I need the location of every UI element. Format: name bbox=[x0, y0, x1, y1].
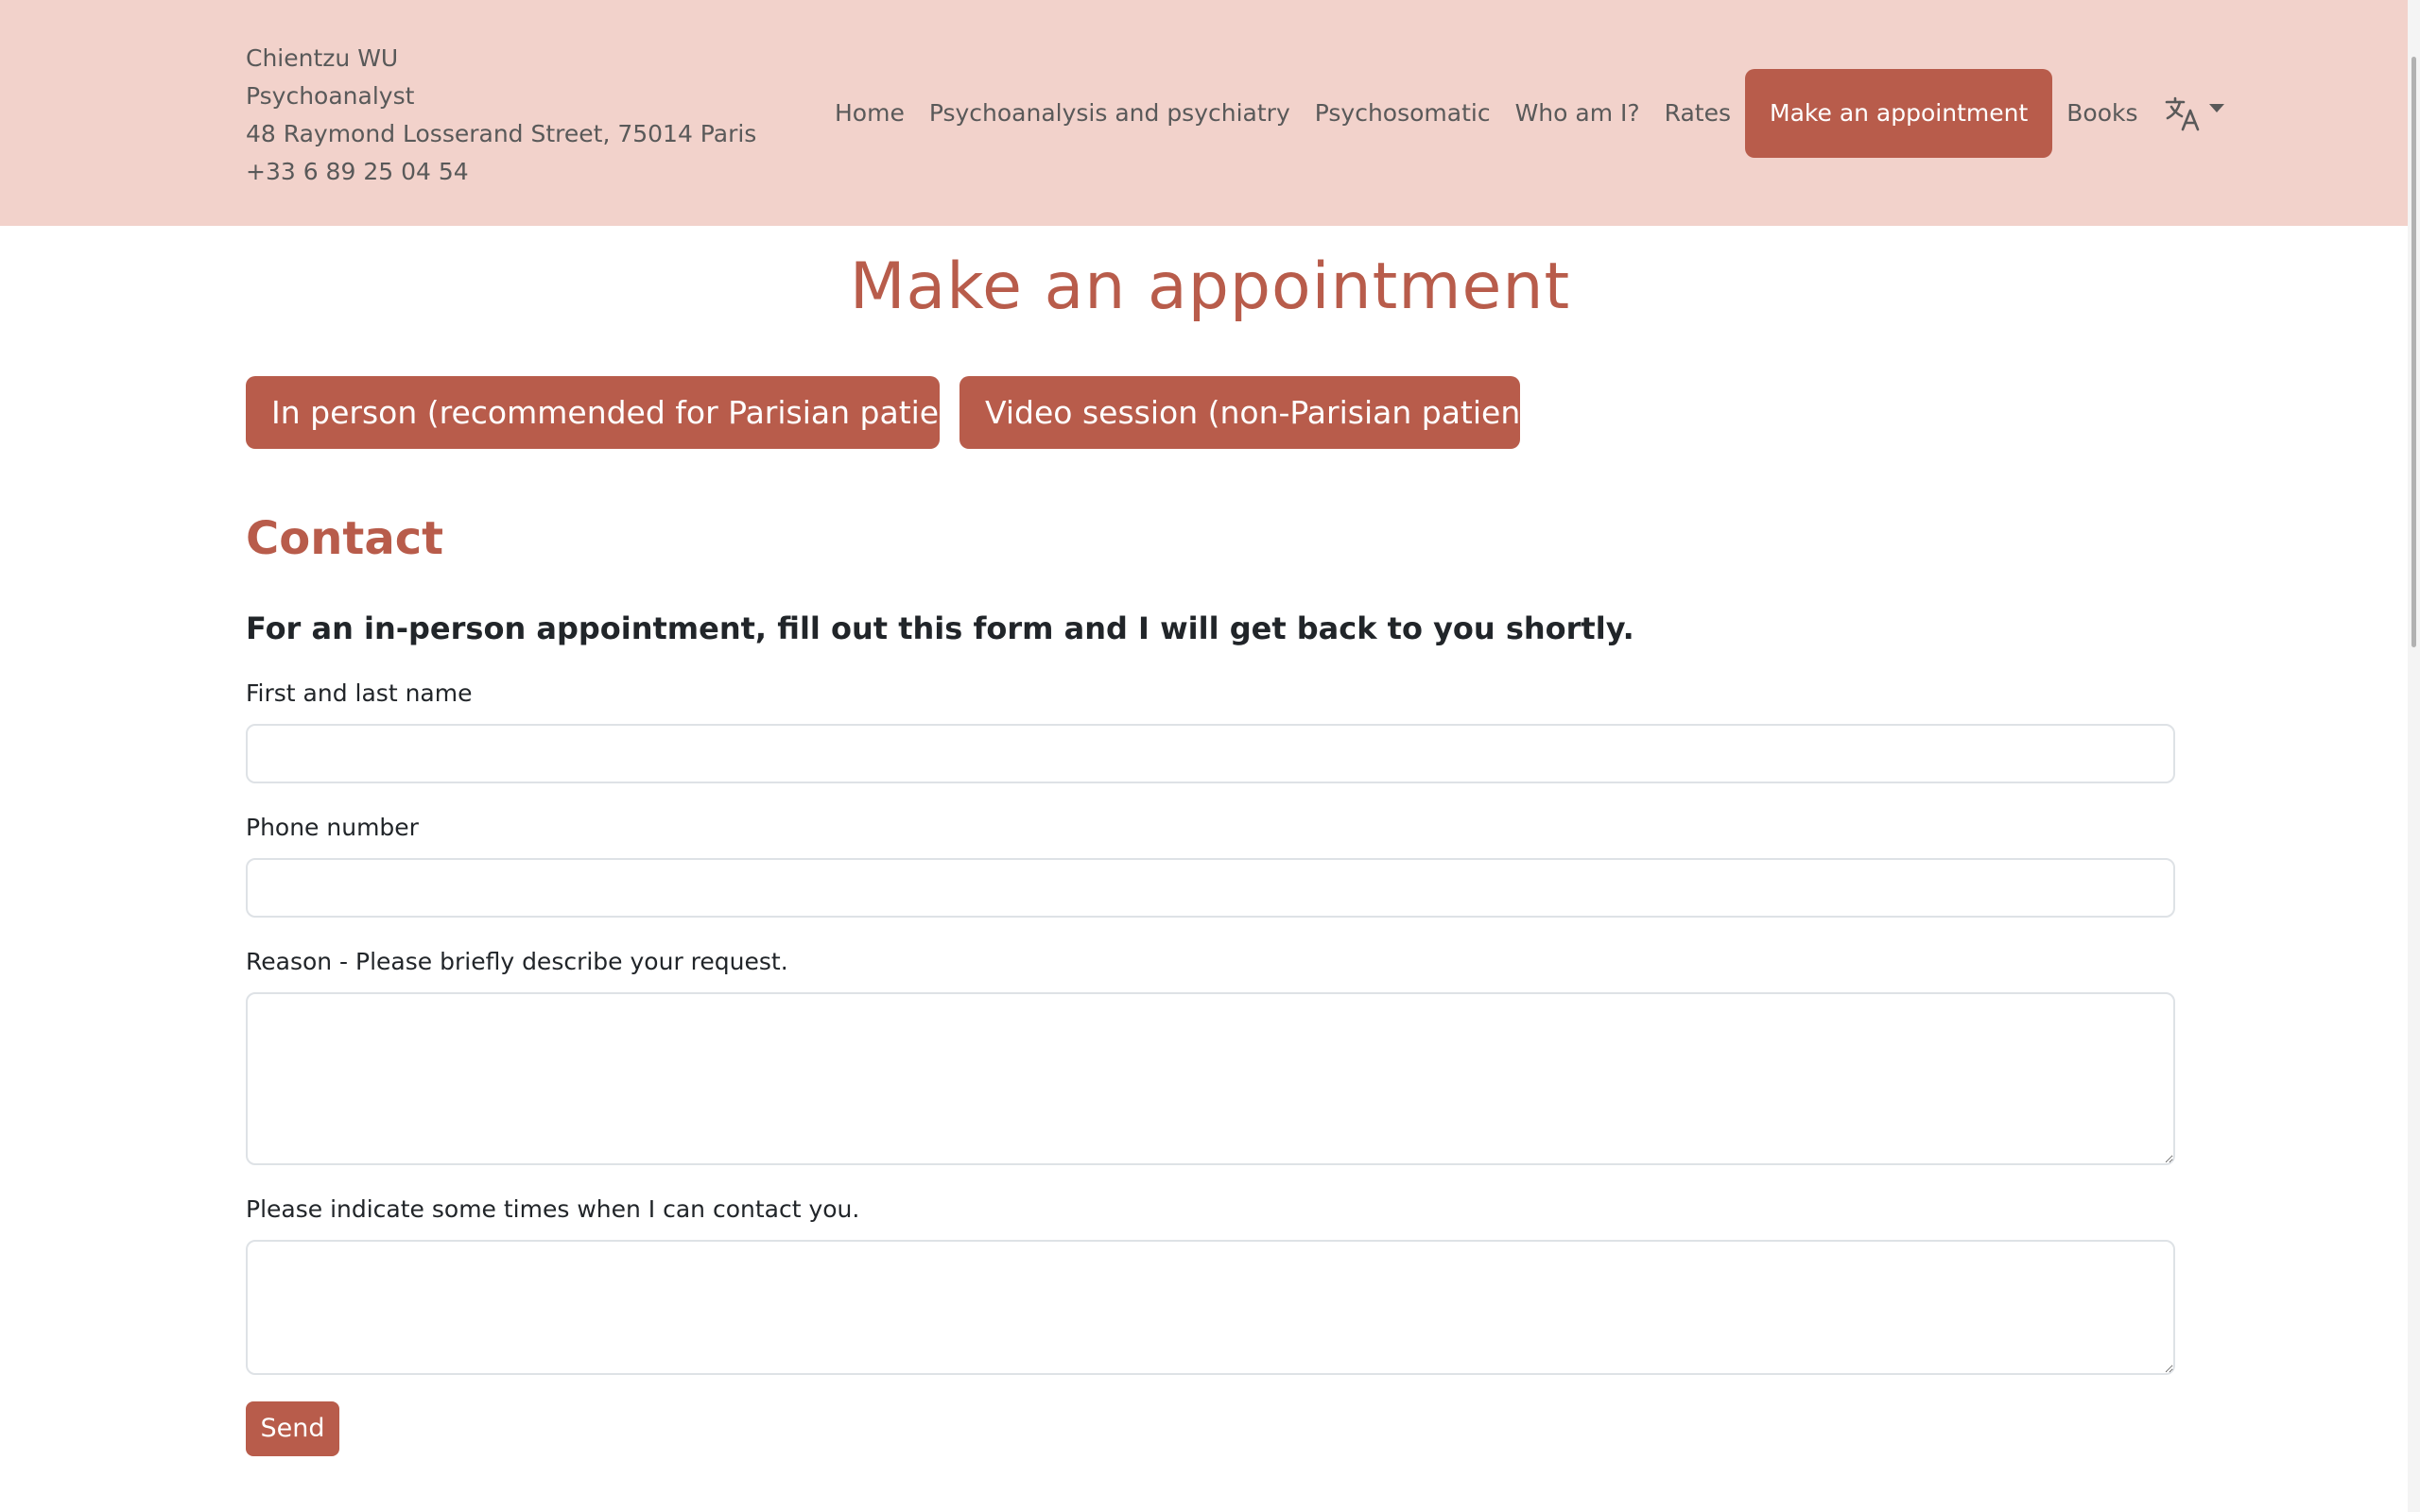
reason-label: Reason - Please briefly describe your re… bbox=[246, 948, 788, 975]
nav-psychoanalysis[interactable]: Psychoanalysis and psychiatry bbox=[917, 69, 1303, 158]
in-person-button[interactable]: In person (recommended for Parisian pati… bbox=[246, 376, 999, 449]
nav-make-appointment[interactable]: Make an appointment bbox=[1745, 69, 2053, 158]
practitioner-info: Chientzu WU Psychoanalyst 48 Raymond Los… bbox=[246, 40, 756, 191]
contact-times-textarea[interactable] bbox=[246, 1240, 2175, 1375]
phone-label: Phone number bbox=[246, 814, 419, 841]
nav-home[interactable]: Home bbox=[822, 69, 917, 158]
name-input[interactable] bbox=[246, 724, 2175, 783]
send-button[interactable]: Send bbox=[246, 1401, 339, 1456]
practitioner-phone[interactable]: +33 6 89 25 04 54 bbox=[246, 153, 756, 191]
phone-input[interactable] bbox=[246, 858, 2175, 918]
nav-psychosomatic[interactable]: Psychosomatic bbox=[1303, 69, 1503, 158]
nav-who-am-i[interactable]: Who am I? bbox=[1503, 69, 1652, 158]
page-title: Make an appointment bbox=[849, 249, 1571, 324]
nav-rates[interactable]: Rates bbox=[1652, 69, 1743, 158]
translate-icon bbox=[2164, 94, 2202, 132]
form-intro: For an in-person appointment, fill out t… bbox=[246, 610, 1634, 646]
scrollbar[interactable] bbox=[2408, 0, 2420, 1512]
reason-textarea[interactable] bbox=[246, 992, 2175, 1165]
chevron-down-icon bbox=[2208, 103, 2224, 112]
video-session-button[interactable]: Video session (non-Parisian patients) bbox=[959, 376, 1561, 449]
nav-books[interactable]: Books bbox=[2054, 69, 2150, 158]
practitioner-address: 48 Raymond Losserand Street, 75014 Paris bbox=[246, 120, 757, 147]
contact-times-label: Please indicate some times when I can co… bbox=[246, 1195, 860, 1223]
language-dropdown[interactable] bbox=[2151, 94, 2224, 132]
contact-heading: Contact bbox=[246, 512, 444, 565]
site-header: Chientzu WU Psychoanalyst 48 Raymond Los… bbox=[0, 0, 2408, 226]
main-nav: Home Psychoanalysis and psychiatry Psych… bbox=[822, 69, 2224, 158]
scrollbar-thumb[interactable] bbox=[2411, 57, 2416, 647]
practitioner-profession: Psychoanalyst bbox=[246, 82, 415, 110]
name-label: First and last name bbox=[246, 679, 473, 707]
practitioner-name: Chientzu WU bbox=[246, 44, 399, 72]
